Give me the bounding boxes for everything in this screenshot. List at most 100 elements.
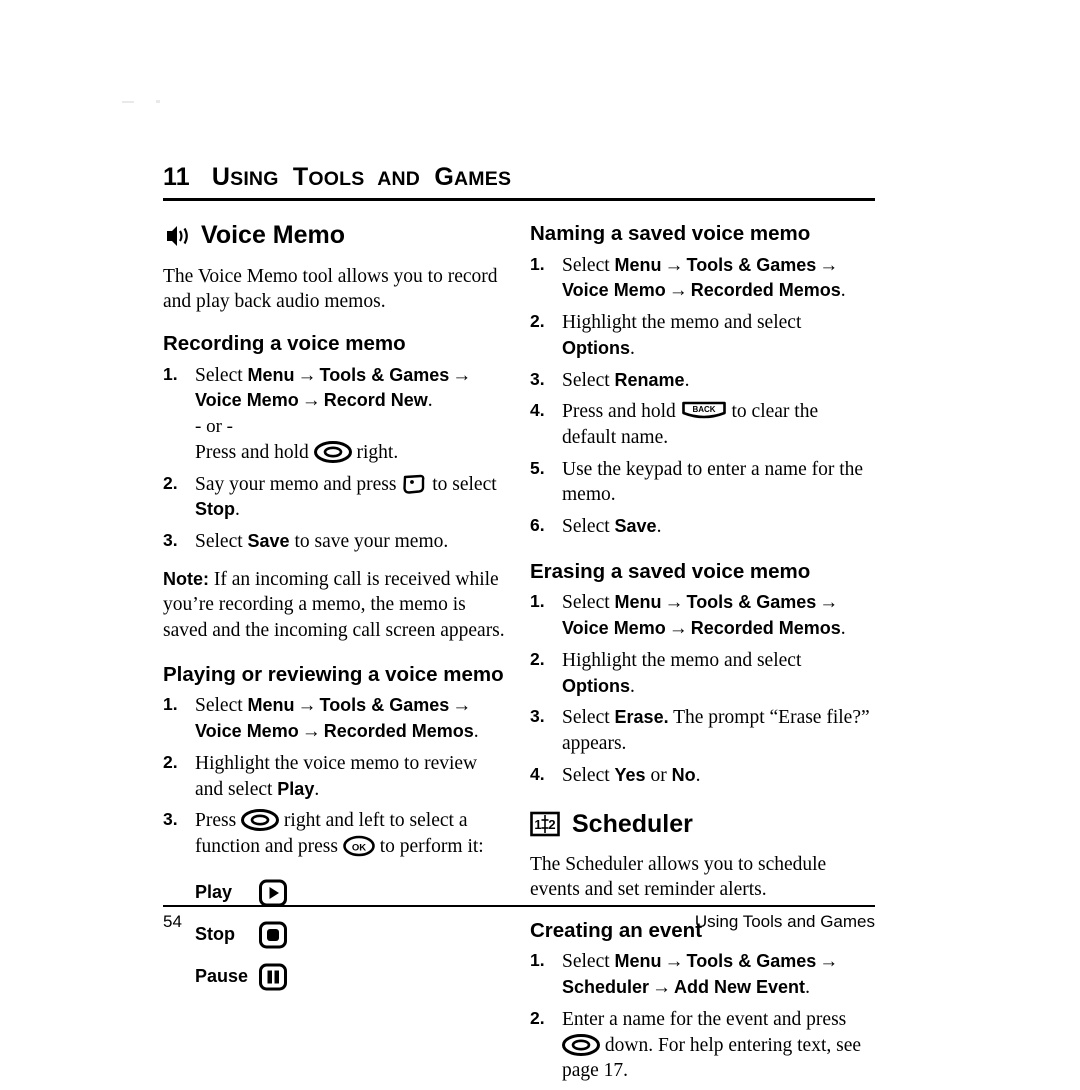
arrow-glyph: → xyxy=(652,977,672,999)
step-item: 1. Select Menu → Tools & Games → Voice Memo… xyxy=(163,363,508,466)
menu-path-item: Tools & Games xyxy=(319,695,450,716)
ok-key-icon: OK xyxy=(343,835,375,857)
playing-steps: 1. Select Menu → Tools & Games → Voice Memo… xyxy=(163,693,508,859)
step-prefix: Enter a name for the event and press xyxy=(562,1008,847,1030)
menu-path-item: Menu xyxy=(614,592,662,613)
svg-text:BACK: BACK xyxy=(692,405,715,414)
menu-path-item: Record New xyxy=(323,390,428,411)
voice-memo-icon xyxy=(163,225,189,247)
ui-term: Options xyxy=(562,675,630,696)
step-item: 3. Select Rename. xyxy=(530,368,875,394)
step-lead: Select xyxy=(195,364,243,386)
naming-heading: Naming a saved voice memo xyxy=(530,222,811,245)
step-trailing: . xyxy=(805,977,810,999)
step-number: 3. xyxy=(530,706,545,727)
ui-term: Save xyxy=(614,516,657,537)
soft-key-icon xyxy=(401,473,427,495)
voice-memo-section-title: Voice Memo xyxy=(163,221,508,250)
step-item: 2. Highlight the memo and select Options… xyxy=(530,310,875,361)
arrow-glyph: → xyxy=(452,695,472,717)
step-prefix: Select xyxy=(195,531,243,553)
manual-page: 11 USING TOOLS AND GAMES Voice Memo The … xyxy=(0,0,1080,1082)
step-prefix: Select xyxy=(562,369,610,391)
step-trailing: . xyxy=(427,390,433,412)
step-number: 4. xyxy=(530,400,545,421)
scan-artifact xyxy=(156,100,160,103)
step-prefix: Select xyxy=(562,764,610,786)
arrow-glyph: → xyxy=(297,695,317,717)
function-label: Pause xyxy=(195,966,249,987)
playback-function-list: Play Stop Pause xyxy=(195,872,508,998)
arrow-glyph: → xyxy=(664,951,684,973)
menu-path-item: Voice Memo xyxy=(562,618,666,639)
step-suffix: . xyxy=(695,764,701,786)
step-lead: Select xyxy=(562,254,610,276)
arrow-glyph: → xyxy=(819,592,839,614)
step-number: 2. xyxy=(530,1007,545,1028)
arrow-glyph: → xyxy=(301,721,321,743)
recording-steps: 1. Select Menu → Tools & Games → Voice Memo… xyxy=(163,363,508,555)
alt-prefix: Press and hold xyxy=(195,441,309,463)
step-prefix: Select xyxy=(562,516,610,538)
step-prefix: Highlight the memo and select xyxy=(562,312,802,334)
step-suffix: down. For help entering text, see page 1… xyxy=(562,1034,862,1082)
chapter-header: 11 USING TOOLS AND GAMES xyxy=(163,163,875,192)
arrow-glyph: → xyxy=(819,951,839,973)
step-suffix: . xyxy=(630,675,635,697)
menu-path-item: Scheduler xyxy=(562,977,650,998)
step-number: 3. xyxy=(163,530,178,551)
recording-heading: Recording a voice memo xyxy=(163,332,406,356)
step-prefix: Highlight the memo and select xyxy=(562,649,802,671)
step-item: 5. Use the keypad to enter a name for th… xyxy=(530,457,875,508)
recording-note: Note: If an incoming call is received wh… xyxy=(163,567,508,643)
svg-text:1: 1 xyxy=(534,817,541,832)
scheduler-section-title: 1 2 Scheduler xyxy=(530,809,875,839)
step-item: 4. Select Yes or No. xyxy=(530,763,875,789)
step-number: 4. xyxy=(530,763,545,784)
function-row: Play xyxy=(195,872,508,914)
step-item: 6. Select Save. xyxy=(530,514,875,540)
arrow-glyph: → xyxy=(819,254,839,276)
header-rule xyxy=(163,198,875,201)
ui-term: Stop xyxy=(195,499,235,520)
step-number: 1. xyxy=(530,591,545,612)
ui-term: Yes xyxy=(614,764,646,785)
step-number: 2. xyxy=(530,648,545,669)
footer-rule xyxy=(163,905,875,907)
step-trailing: . xyxy=(473,721,479,743)
nav-key-icon xyxy=(241,809,280,832)
step-item: 1. Select Menu → Tools & Games → Voice Memo… xyxy=(530,253,875,304)
step-suffix: . xyxy=(314,778,320,800)
ui-term: Rename xyxy=(614,369,685,390)
erasing-steps: 1. Select Menu → Tools & Games → Voice Memo… xyxy=(530,590,875,788)
step-mid: or xyxy=(650,764,667,786)
menu-path-item: Tools & Games xyxy=(686,592,817,613)
step-item: 1. Select Menu → Tools & Games → Voice Memo… xyxy=(163,693,508,744)
step-lead: Select xyxy=(562,592,610,614)
menu-path-item: Tools & Games xyxy=(686,254,817,275)
step-prefix: Highlight the voice memo to review and s… xyxy=(195,752,478,800)
step-item: 1. Select Menu → Tools & Games → Scheduler →… xyxy=(530,949,875,1000)
step-suffix: to save your memo. xyxy=(294,531,449,553)
menu-path-item: Add New Event xyxy=(674,977,806,998)
step-number: 5. xyxy=(530,457,545,478)
function-label: Play xyxy=(195,882,233,903)
step-item: 2. Highlight the voice memo to review an… xyxy=(163,751,508,802)
step-suffix: . xyxy=(656,516,662,538)
menu-path-item: Menu xyxy=(247,695,295,716)
arrow-glyph: → xyxy=(668,618,688,640)
scheduler-title-text: Scheduler xyxy=(572,809,693,838)
step-lead: Select xyxy=(195,695,243,717)
nav-key-icon xyxy=(313,440,352,463)
step-item: 2. Say your memo and press to select Sto… xyxy=(163,472,508,523)
erasing-heading: Erasing a saved voice memo xyxy=(530,559,811,583)
menu-path-item: Tools & Games xyxy=(686,951,817,972)
scan-artifact xyxy=(122,101,134,103)
or-separator: - or - xyxy=(195,416,233,438)
step-mid: to select xyxy=(432,473,497,495)
step-number: 2. xyxy=(163,751,178,772)
play-key-icon xyxy=(257,878,289,908)
footer-running-title: Using Tools and Games xyxy=(694,912,875,931)
page-footer: 54 Using Tools and Games xyxy=(163,912,875,932)
pause-key-icon xyxy=(257,962,289,992)
